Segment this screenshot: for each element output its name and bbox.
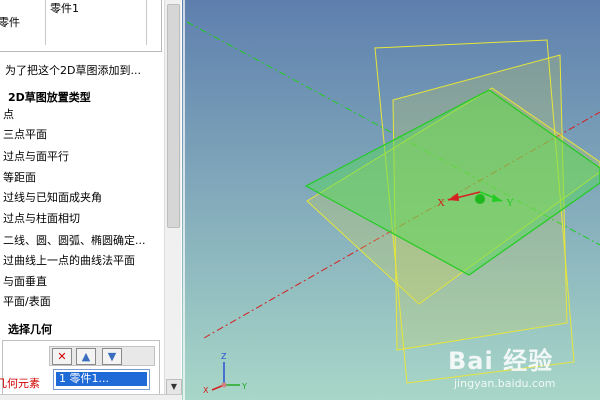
baidu-watermark: Bai 经验 jingyan.baidu.com xyxy=(448,333,600,397)
scroll-down-button[interactable]: ▼ xyxy=(166,379,182,395)
watermark-text: Bai 经验 xyxy=(448,347,554,375)
owner-box xyxy=(0,0,162,52)
selection-toolbar: ✕ ▲ ▼ xyxy=(49,346,155,366)
move-down-button[interactable]: ▼ xyxy=(102,348,122,365)
panel-scrollbar[interactable]: ▼ xyxy=(164,0,182,398)
placement-option-perpendicular-face[interactable]: 与面垂直 xyxy=(3,273,47,289)
left-panel: 零件 零件1 为了把这个2D草图添加到... 2D草图放置类型 点 三点平面 过… xyxy=(0,0,182,400)
placement-option-line-angle-face[interactable]: 过线与已知面成夹角 xyxy=(3,189,102,205)
triad-z-label: Z xyxy=(221,352,227,361)
origin-point[interactable] xyxy=(475,194,485,204)
placement-option-two-lines-circle-arc[interactable]: 二线、圆、圆弧、椭圆确定... xyxy=(3,232,146,248)
geometry-label: 几何元素 xyxy=(0,377,40,390)
placement-option-curve-normal-plane[interactable]: 过曲线上一点的曲线法平面 xyxy=(3,252,135,268)
selection-list[interactable]: 1 零件1... xyxy=(53,369,150,390)
triad-x-label: X xyxy=(203,386,209,395)
placement-option-point-parallel-face[interactable]: 过点与面平行 xyxy=(3,148,69,164)
selection-list-item[interactable]: 1 零件1... xyxy=(56,372,147,386)
placement-option-point-tangent-cylinder[interactable]: 过点与柱面相切 xyxy=(3,210,80,226)
placement-type-heading: 2D草图放置类型 xyxy=(8,91,91,104)
owner-value[interactable]: 零件1 xyxy=(50,0,79,16)
chevron-down-icon: ▼ xyxy=(170,382,178,391)
triad-y-label: Y xyxy=(241,382,247,391)
x-axis-label: X xyxy=(437,197,445,209)
scrollbar-thumb[interactable] xyxy=(167,4,180,228)
panel-bottom-strip xyxy=(0,394,182,400)
delete-icon: ✕ xyxy=(57,350,67,363)
placement-option-plane-surface[interactable]: 平面/表面 xyxy=(3,293,51,309)
y-axis-label: Y xyxy=(506,197,514,209)
owner-label: 零件 xyxy=(0,16,20,29)
watermark-domain: jingyan.baidu.com xyxy=(454,377,556,390)
placement-option-offset-plane[interactable]: 等距面 xyxy=(3,169,36,185)
hint-text: 为了把这个2D草图添加到... xyxy=(5,64,141,77)
placement-option-point[interactable]: 点 xyxy=(3,106,14,122)
arrow-down-icon: ▼ xyxy=(107,350,117,363)
delete-selection-button[interactable]: ✕ xyxy=(52,348,72,365)
arrow-up-icon: ▲ xyxy=(81,350,91,363)
move-up-button[interactable]: ▲ xyxy=(76,348,96,365)
placement-option-three-point-plane[interactable]: 三点平面 xyxy=(3,126,47,142)
select-geometry-heading: 选择几何 xyxy=(8,323,52,336)
